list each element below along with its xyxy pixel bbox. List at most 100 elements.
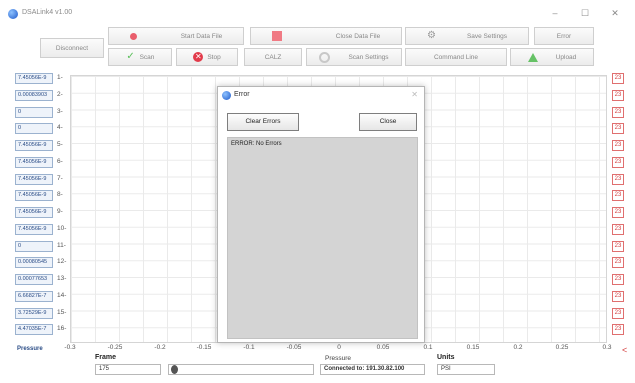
- channel-indicator[interactable]: 23: [612, 257, 624, 268]
- close-data-file-button[interactable]: Close Data File: [250, 27, 402, 45]
- channel-indicator[interactable]: 23: [612, 324, 624, 335]
- channel-value-box: 7.45056E-9: [15, 140, 53, 151]
- channel-indicator[interactable]: 23: [612, 207, 624, 218]
- pressure-side-label: Pressure: [17, 346, 43, 352]
- minimize-button[interactable]: –: [540, 4, 570, 22]
- channel-number: 4-: [57, 124, 63, 131]
- connection-status: Connected to: 191.30.82.100: [320, 364, 425, 375]
- disconnect-label: Disconnect: [55, 44, 89, 52]
- save-settings-label: Save Settings: [466, 32, 508, 40]
- x-tick-label: 0.2: [513, 344, 523, 351]
- x-tick-label: -0.1: [243, 344, 255, 351]
- stop-label: Stop: [207, 53, 221, 61]
- channel-value-box: 0.00080545: [15, 257, 53, 268]
- upload-arrow-icon: [527, 52, 538, 62]
- channel-value-box: 0: [15, 107, 53, 118]
- frame-slider-thumb[interactable]: [171, 365, 178, 374]
- channel-indicator[interactable]: 23: [612, 224, 624, 235]
- channel-indicator[interactable]: 23: [612, 157, 624, 168]
- close-button[interactable]: ✕: [600, 4, 630, 22]
- channel-number: 16-: [57, 325, 67, 332]
- channel-value-box: 7.45056E-9: [15, 157, 53, 168]
- error-label: Error: [556, 32, 572, 40]
- channel-number: 13-: [57, 275, 67, 282]
- error-dialog: Error ✕ Clear Errors Close ERROR: No Err…: [217, 86, 425, 343]
- command-line-button[interactable]: Command Line: [405, 48, 507, 66]
- gauge-icon: [319, 51, 331, 63]
- channel-value-box: 0.00077653: [15, 274, 53, 285]
- plot-marker: <: [622, 345, 628, 355]
- x-tick-label: -0.2: [154, 344, 166, 351]
- x-tick-label: -0.25: [107, 344, 123, 351]
- x-axis-label: Pressure: [325, 355, 352, 362]
- upload-button[interactable]: Upload: [510, 48, 594, 66]
- error-button[interactable]: Error: [534, 27, 594, 45]
- channel-value-box: 7.45056E-9: [15, 190, 53, 201]
- upload-label: Upload: [555, 53, 577, 61]
- channel-value-box: 7.45056E-9: [15, 73, 53, 84]
- settings-icon: ⚙: [426, 30, 436, 41]
- maximize-button[interactable]: ☐: [570, 4, 600, 22]
- channel-number: 9-: [57, 208, 63, 215]
- channel-indicator[interactable]: 23: [612, 291, 624, 302]
- dialog-close-button[interactable]: Close: [359, 113, 417, 131]
- units-label: Units: [437, 354, 455, 361]
- app-logo-icon: [8, 9, 18, 19]
- save-settings-button[interactable]: ⚙ Save Settings: [405, 27, 529, 45]
- start-data-file-button[interactable]: Start Data File: [108, 27, 244, 45]
- scan-label: Scan: [139, 53, 155, 61]
- x-tick-label: -0.15: [196, 344, 212, 351]
- channel-indicator[interactable]: 23: [612, 90, 624, 101]
- stop-button[interactable]: ✕ Stop: [176, 48, 238, 66]
- channel-number: 1-: [57, 74, 63, 81]
- channel-indicator[interactable]: 23: [612, 73, 624, 84]
- x-tick-label: 0.15: [466, 344, 480, 351]
- x-tick-label: 0: [337, 344, 341, 351]
- channel-indicator[interactable]: 23: [612, 107, 624, 118]
- frame-label: Frame: [95, 354, 117, 361]
- channel-value-box: 0.00083903: [15, 90, 53, 101]
- dialog-title: Error: [234, 91, 250, 98]
- channel-indicator[interactable]: 23: [612, 190, 624, 201]
- channel-number: 12-: [57, 258, 67, 265]
- channel-indicator[interactable]: 23: [612, 241, 624, 252]
- start-data-file-label: Start Data File: [180, 32, 223, 40]
- calz-label: CALZ: [264, 53, 282, 61]
- channel-indicator[interactable]: 23: [612, 123, 624, 134]
- channel-value-box: 7.45056E-9: [15, 174, 53, 185]
- x-tick-label: 0.3: [602, 344, 612, 351]
- x-tick-label: 0.1: [423, 344, 433, 351]
- disconnect-button[interactable]: Disconnect: [40, 38, 104, 58]
- scan-button[interactable]: ✓ Scan: [108, 48, 172, 66]
- channel-number: 14-: [57, 292, 67, 299]
- channel-number: 2-: [57, 91, 63, 98]
- error-message: ERROR: No Errors: [231, 141, 282, 147]
- clear-errors-button[interactable]: Clear Errors: [227, 113, 299, 131]
- dialog-close-icon[interactable]: ✕: [411, 90, 418, 99]
- channel-indicator[interactable]: 23: [612, 140, 624, 151]
- channel-indicator[interactable]: 23: [612, 274, 624, 285]
- channel-value-box: 0: [15, 241, 53, 252]
- check-icon: ✓: [126, 51, 135, 62]
- scan-settings-button[interactable]: Scan Settings: [306, 48, 402, 66]
- channel-number: 5-: [57, 141, 63, 148]
- channel-value-box: 3.72529E-9: [15, 308, 53, 319]
- channel-number: 8-: [57, 191, 63, 198]
- channel-number: 11-: [57, 242, 66, 249]
- x-tick-label: -0.05: [286, 344, 302, 351]
- title-bar: DSALink4 v1.00 – ☐ ✕: [0, 0, 635, 24]
- toolbar: Disconnect Start Data File Close Data Fi…: [0, 24, 635, 70]
- channel-value-box: 0: [15, 123, 53, 134]
- error-log-area: ERROR: No Errors: [227, 137, 418, 339]
- channel-value-box: 4.47035E-7: [15, 324, 53, 335]
- channel-value-box: 7.45056E-9: [15, 224, 53, 235]
- channel-indicator[interactable]: 23: [612, 174, 624, 185]
- channel-number: 15-: [57, 309, 67, 316]
- x-tick-label: 0.25: [555, 344, 569, 351]
- calz-button[interactable]: CALZ: [244, 48, 302, 66]
- units-field[interactable]: PSI: [437, 364, 495, 375]
- frame-slider-track[interactable]: [168, 364, 314, 375]
- channel-number: 10-: [57, 225, 67, 232]
- channel-number: 7-: [57, 175, 63, 182]
- channel-indicator[interactable]: 23: [612, 308, 624, 319]
